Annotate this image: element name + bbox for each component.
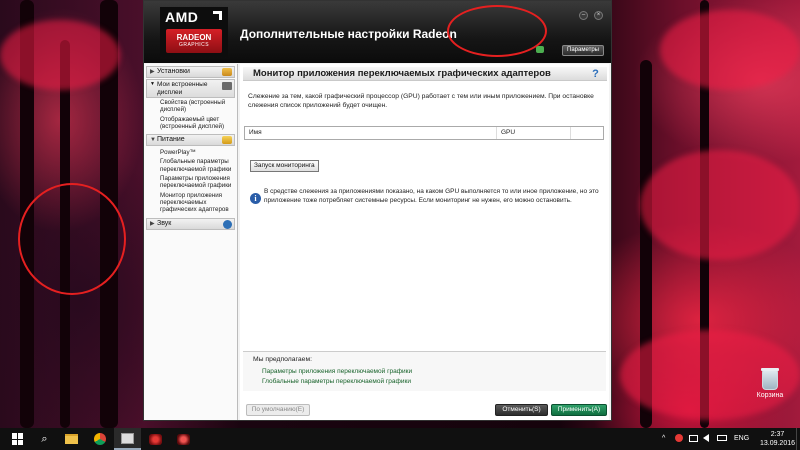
sidebar-item-global-switchable[interactable]: Глобальные параметры переключаемой графи… — [144, 157, 237, 174]
search-icon[interactable]: ⌕ — [31, 428, 58, 450]
sidebar-section-label: Питание — [157, 136, 185, 144]
tray-network-icon[interactable] — [689, 428, 698, 450]
column-header-gpu[interactable]: GPU — [497, 127, 571, 139]
show-desktop-button[interactable] — [796, 428, 800, 450]
system-clock[interactable]: 2:37 13.09.2016 — [755, 430, 800, 448]
close-button[interactable]: × — [594, 11, 603, 20]
sidebar-section-power[interactable]: ▼ Питание — [146, 134, 235, 147]
info-icon: i — [250, 193, 261, 204]
chevron-down-icon: ▼ — [150, 81, 155, 87]
sidebar-section-setup[interactable]: ▶ Установки — [146, 66, 235, 78]
sidebar-item-display-color[interactable]: Отображаемый цвет (встроенный дисплей) — [144, 115, 237, 132]
amd-radeon-logo: AMD RADEON GRAPHICS — [160, 7, 228, 57]
sidebar-section-audio[interactable]: ▶ Звук — [146, 217, 235, 230]
params-button[interactable]: Параметры — [562, 45, 604, 56]
app-monitor-table[interactable]: Имя GPU — [244, 126, 604, 140]
sidebar-section-displays[interactable]: ▼ Мои встроенные дисплеи — [146, 79, 235, 98]
help-icon[interactable]: ? — [590, 68, 601, 80]
language-indicator[interactable]: ENG — [734, 428, 749, 450]
suggestion-link-global-switchable[interactable]: Глобальные параметры переключаемой графи… — [262, 378, 411, 385]
display-icon — [222, 82, 232, 90]
chevron-right-icon: ▶ — [150, 220, 155, 227]
chrome-icon[interactable] — [86, 428, 113, 450]
sidebar-section-label: Звук — [157, 219, 172, 227]
logo-brand: AMD — [165, 9, 199, 25]
amd-app-icon[interactable] — [142, 428, 169, 450]
file-explorer-icon[interactable] — [58, 428, 85, 450]
tray-battery-icon[interactable] — [717, 428, 727, 450]
chevron-right-icon: ▶ — [150, 69, 155, 75]
sidebar-section-label: Установки — [157, 68, 190, 75]
radeon-settings-window: AMD RADEON GRAPHICS Дополнительные настр… — [143, 0, 612, 421]
column-header-name[interactable]: Имя — [245, 127, 497, 139]
amd-settings-icon[interactable] — [170, 428, 197, 450]
suggestions-panel: Мы предполагаем: Параметры приложения пе… — [243, 351, 606, 391]
apply-button[interactable]: Применить(A) — [551, 404, 607, 416]
foliage — [0, 20, 120, 90]
sidebar: ▶ Установки ▼ Мои встроенные дисплеи Сво… — [144, 64, 238, 420]
annotation-circle — [447, 5, 547, 57]
minimize-button[interactable]: – — [579, 11, 588, 20]
info-text: В средстве слежения за приложениями пока… — [264, 188, 599, 204]
chevron-down-icon: ▼ — [150, 137, 156, 144]
media-app-icon[interactable] — [114, 428, 141, 450]
logo-product: RADEON — [176, 33, 212, 42]
recycle-bin-icon — [761, 368, 779, 390]
start-monitoring-button[interactable]: Запуск мониторинга — [250, 160, 319, 172]
sidebar-section-label: Мои встроенные дисплеи — [157, 81, 208, 96]
start-button[interactable] — [4, 428, 31, 450]
suggestions-title: Мы предполагаем: — [253, 356, 313, 363]
recycle-bin[interactable]: Корзина — [750, 368, 790, 399]
sidebar-item-powerplay[interactable]: PowerPlay™ — [144, 146, 237, 157]
main-panel: Монитор приложения переключаемых графиче… — [240, 64, 609, 420]
amd-arrow-icon — [213, 11, 222, 20]
clock-time: 2:37 — [770, 431, 785, 438]
tray-volume-icon[interactable] — [703, 428, 709, 450]
restore-defaults-button[interactable]: По умолчанию(E) — [246, 404, 310, 416]
audio-icon — [223, 219, 232, 229]
power-icon — [222, 136, 232, 145]
tray-expand-icon[interactable]: ^ — [662, 428, 665, 450]
windows-logo-icon — [11, 433, 24, 445]
recycle-bin-label: Корзина — [756, 392, 784, 399]
window-title: Дополнительные настройки Radeon — [240, 27, 457, 41]
taskbar: ⌕ ^ ENG 2:37 13.09.2016 — [0, 428, 800, 450]
foliage — [660, 10, 800, 90]
sidebar-item-display-properties[interactable]: Свойства (встроенный дисплей) — [144, 98, 237, 115]
tray-antivirus-icon[interactable] — [675, 428, 683, 450]
logo-sub: GRAPHICS — [178, 42, 210, 48]
params-status-icon — [536, 46, 544, 53]
page-description: Слежение за тем, какой графический проце… — [248, 93, 594, 109]
page-title: Монитор приложения переключаемых графиче… — [243, 67, 607, 81]
radeon-badge: RADEON GRAPHICS — [166, 29, 222, 53]
annotation-circle — [18, 183, 126, 295]
foliage — [640, 150, 800, 260]
suggestion-link-app-switchable[interactable]: Параметры приложения переключаемой графи… — [262, 368, 412, 375]
sidebar-item-app-switchable[interactable]: Параметры приложения переключаемой графи… — [144, 174, 237, 191]
setup-icon — [222, 68, 232, 76]
clock-date: 13.09.2016 — [759, 440, 796, 447]
cancel-button[interactable]: Отменить(S) — [495, 404, 548, 416]
sidebar-item-app-monitor[interactable]: Монитор приложения переключаемых графиче… — [144, 191, 237, 215]
page-title-text: Монитор приложения переключаемых графиче… — [253, 68, 551, 79]
